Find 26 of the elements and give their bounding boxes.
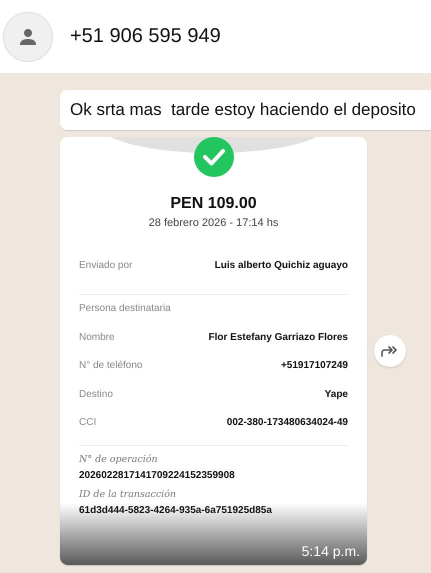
amount: PEN 109.00: [169, 195, 258, 213]
forward-icon: [381, 345, 399, 357]
contact-avatar[interactable]: [3, 12, 53, 62]
field-value: 61d3d444-5823-4264-935a-6a751925d85a: [79, 505, 273, 516]
field-value: 002-380-173480634024-49: [226, 417, 348, 428]
contact-name: +51 906 595 949: [70, 25, 221, 48]
check-icon: [194, 137, 234, 177]
receipt-image[interactable]: [60, 137, 367, 565]
section-title: Persona destinataria: [79, 303, 171, 314]
field-label: CCI: [79, 417, 96, 428]
field-value: Flor Estefany Garriazo Flores: [208, 332, 348, 343]
field-value: Yape: [324, 388, 348, 400]
field-label: N° de operación: [79, 454, 159, 465]
person-icon: [19, 28, 37, 46]
field-label: Destino: [79, 388, 113, 400]
field-label: Enviado por: [79, 260, 132, 271]
field-value: Luis alberto Quichiz aguayo: [214, 260, 348, 271]
message-time: 5:14 p.m.: [302, 543, 360, 559]
forward-button[interactable]: [374, 335, 406, 367]
date: 28 febrero 2026 - 17:14 hs: [148, 217, 280, 229]
field-value: 2026022817141709224152359908: [79, 470, 236, 481]
field-label: ID de la transacción: [79, 489, 178, 500]
field-label: Nombre: [79, 332, 115, 343]
field-label: N° de teléfono: [79, 360, 142, 372]
message-bubble: Ok srta mas tarde estoy haciendo el deposito: [60, 90, 431, 130]
field-value: +51917107249: [280, 360, 348, 372]
